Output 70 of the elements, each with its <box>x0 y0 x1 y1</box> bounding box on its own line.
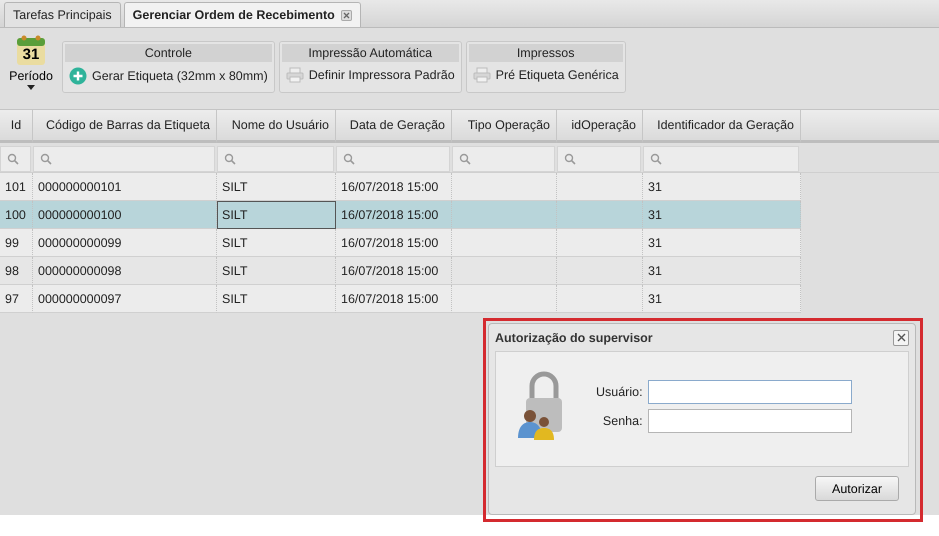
authorize-button[interactable]: Autorizar <box>815 476 899 501</box>
toolbar-action[interactable]: Gerar Etiqueta (32mm x 80mm) <box>65 62 272 90</box>
filter-field[interactable] <box>33 146 215 172</box>
column-header[interactable]: Tipo Operação <box>452 110 557 143</box>
group-title: Impressos <box>468 44 623 62</box>
tab[interactable]: Gerenciar Ordem de Recebimento <box>124 2 361 27</box>
printer-icon <box>472 67 491 83</box>
filter-field[interactable] <box>336 146 450 172</box>
input-field[interactable] <box>648 409 852 433</box>
table-cell: 31 <box>643 173 801 201</box>
table-cell: 98 <box>0 257 33 285</box>
column-header[interactable]: Id <box>0 110 33 143</box>
filter-field[interactable] <box>643 146 799 172</box>
dialog-title: Autorização do supervisor <box>495 330 653 344</box>
column-header[interactable]: Identificador da Geração <box>643 110 801 143</box>
search-icon <box>650 153 662 165</box>
group-title: Controle <box>65 44 272 62</box>
search-icon <box>564 153 576 165</box>
table-cell: SILT <box>217 173 336 201</box>
column-header[interactable]: Nome do Usuário <box>217 110 336 143</box>
table-cell: 16/07/2018 15:00 <box>336 257 452 285</box>
toolbar-action[interactable]: Definir Impressora Padrão <box>282 62 459 88</box>
close-icon <box>896 333 906 342</box>
table-cell: SILT <box>217 285 336 313</box>
toolbar-action[interactable]: Pré Etiqueta Genérica <box>468 62 623 88</box>
table-cell: 31 <box>643 201 801 229</box>
table-cell: 000000000099 <box>33 229 217 257</box>
table-cell: 16/07/2018 15:00 <box>336 173 452 201</box>
filter-field[interactable] <box>217 146 334 172</box>
search-icon <box>459 153 471 165</box>
table-cell: 16/07/2018 15:00 <box>336 285 452 313</box>
search-icon <box>224 153 236 165</box>
table-cell: 31 <box>643 285 801 313</box>
table-cell: 31 <box>643 257 801 285</box>
table-cell: 000000000097 <box>33 285 217 313</box>
table-cell: 16/07/2018 15:00 <box>336 201 452 229</box>
caret-icon <box>27 85 35 90</box>
table-cell: 000000000098 <box>33 257 217 285</box>
column-header[interactable]: idOperação <box>557 110 643 143</box>
input-field[interactable] <box>648 380 852 404</box>
table-cell: 000000000100 <box>33 201 217 229</box>
table-cell: 000000000101 <box>33 173 217 201</box>
printer-icon <box>286 67 304 83</box>
table-cell: 101 <box>0 173 33 201</box>
column-header[interactable]: Data de Geração <box>336 110 452 143</box>
group-title: Impressão Automática <box>282 44 459 62</box>
calendar-day: 31 <box>22 46 40 63</box>
field-label: Senha: <box>602 414 643 428</box>
field-label: Usuário: <box>596 385 643 399</box>
filter-field[interactable] <box>452 146 555 172</box>
tab[interactable]: Tarefas Principais <box>4 2 121 27</box>
filter-field[interactable] <box>0 146 31 172</box>
table-cell: SILT <box>217 201 336 229</box>
search-icon <box>7 153 19 165</box>
table-cell: SILT <box>217 257 336 285</box>
filter-field[interactable] <box>557 146 641 172</box>
search-icon <box>40 153 52 165</box>
calendar-icon <box>16 34 46 66</box>
close-icon[interactable] <box>340 10 352 20</box>
close-button[interactable] <box>893 330 909 346</box>
column-header[interactable]: Código de Barras da Etiqueta <box>33 110 217 143</box>
table-cell: 31 <box>643 229 801 257</box>
period-button[interactable]: 31 Período <box>4 34 58 90</box>
table-cell: SILT <box>217 229 336 257</box>
add-icon <box>69 67 87 85</box>
table-cell: 16/07/2018 15:00 <box>336 229 452 257</box>
table-cell: 99 <box>0 229 33 257</box>
table-cell: 100 <box>0 201 33 229</box>
search-icon <box>343 153 355 165</box>
table-cell: 97 <box>0 285 33 313</box>
